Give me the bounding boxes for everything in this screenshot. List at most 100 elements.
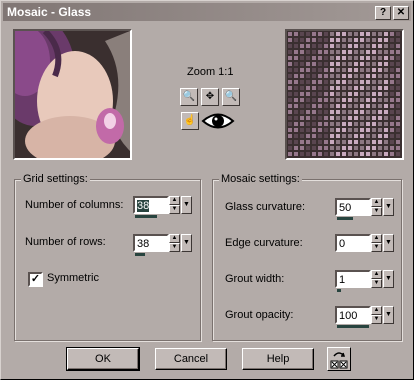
reset-button[interactable] <box>327 347 351 371</box>
glass-tile <box>294 50 298 54</box>
glass-tile <box>300 74 304 78</box>
result-image <box>287 31 402 158</box>
arrow-down-icon[interactable]: ▼ <box>371 315 382 324</box>
edge-dropdown[interactable]: ▼ <box>383 234 394 252</box>
glass-tile <box>372 98 376 102</box>
edge-curvature-spinner[interactable]: 0 ▲ ▼ ▼ <box>335 234 395 256</box>
glass-tile <box>324 32 328 36</box>
glass-tile <box>384 128 388 132</box>
glass-dropdown[interactable]: ▼ <box>383 198 394 216</box>
edge-curvature-input[interactable]: 0 <box>335 234 371 252</box>
glass-tile <box>342 80 346 84</box>
arrow-down-icon[interactable]: ▼ <box>371 243 382 252</box>
help-button[interactable]: Help <box>242 348 314 370</box>
arrow-up-icon[interactable]: ▲ <box>371 198 382 207</box>
glass-tile <box>348 74 352 78</box>
glass-tile <box>306 146 310 150</box>
columns-input[interactable]: 38 <box>133 196 169 214</box>
grout-opacity-input[interactable]: 100 <box>335 306 371 324</box>
glass-tile <box>390 62 394 66</box>
grout-width-slider-bar[interactable] <box>337 289 341 292</box>
glass-tile <box>330 38 334 42</box>
arrow-down-icon[interactable]: ▼ <box>371 279 382 288</box>
glass-tile <box>288 38 292 42</box>
rows-updown[interactable]: ▲ ▼ <box>169 234 180 252</box>
glass-tile <box>342 62 346 66</box>
glass-curvature-input[interactable]: 50 <box>335 198 371 216</box>
glass-tile <box>396 74 400 78</box>
arrow-up-icon[interactable]: ▲ <box>169 196 180 205</box>
symmetric-label[interactable]: Symmetric <box>47 272 99 284</box>
ok-button[interactable]: OK <box>66 347 140 371</box>
glass-tile <box>390 32 394 36</box>
arrow-up-icon[interactable]: ▲ <box>371 306 382 315</box>
glass-tile <box>372 74 376 78</box>
glass-curvature-spinner[interactable]: 50 ▲ ▼ ▼ <box>335 198 395 220</box>
help-title-button[interactable]: ? <box>375 6 391 20</box>
preview-toggle-button[interactable] <box>201 110 235 132</box>
glass-tile <box>300 38 304 42</box>
columns-dropdown[interactable]: ▼ <box>181 196 192 214</box>
glass-tile <box>342 110 346 114</box>
grout-width-dropdown[interactable]: ▼ <box>383 270 394 288</box>
chevron-down-icon: ▼ <box>183 201 190 208</box>
glass-tile <box>372 110 376 114</box>
grout-opacity-dropdown[interactable]: ▼ <box>383 306 394 324</box>
grout-width-spinner[interactable]: 1 ▲ ▼ ▼ <box>335 270 395 292</box>
grout-opacity-slider-bar[interactable] <box>337 325 369 328</box>
glass-tile <box>354 104 358 108</box>
glass-tile <box>330 62 334 66</box>
close-button[interactable]: ✕ <box>393 6 409 20</box>
chevron-down-icon: ▼ <box>385 311 392 318</box>
grout-opacity-spinner[interactable]: 100 ▲ ▼ ▼ <box>335 306 395 328</box>
glass-tile <box>324 68 328 72</box>
glass-tile <box>372 140 376 144</box>
pan-button[interactable]: ✥ <box>201 88 219 106</box>
glass-tile <box>366 50 370 54</box>
source-preview[interactable] <box>13 29 132 160</box>
glass-tile <box>312 38 316 42</box>
glass-tile <box>306 140 310 144</box>
glass-tile <box>306 44 310 48</box>
glass-tile <box>372 152 376 156</box>
arrow-up-icon[interactable]: ▲ <box>169 234 180 243</box>
glass-updown[interactable]: ▲ ▼ <box>371 198 382 216</box>
arrow-down-icon[interactable]: ▼ <box>169 205 180 214</box>
glass-tile <box>336 92 340 96</box>
glass-tile <box>366 116 370 120</box>
columns-spinner[interactable]: 38 ▲ ▼ ▼ <box>133 196 193 218</box>
glass-tile <box>378 50 382 54</box>
arrow-up-icon[interactable]: ▲ <box>371 270 382 279</box>
glass-tile <box>360 56 364 60</box>
glass-tile <box>354 134 358 138</box>
rows-slider-bar[interactable] <box>135 253 145 256</box>
result-preview[interactable] <box>285 29 404 160</box>
rows-dropdown[interactable]: ▼ <box>181 234 192 252</box>
rows-input[interactable]: 38 <box>133 234 169 252</box>
hand-button[interactable]: ☝ <box>181 112 199 130</box>
glass-tile <box>354 140 358 144</box>
grout-width-input[interactable]: 1 <box>335 270 371 288</box>
zoom-out-button[interactable]: 🔍 <box>180 88 198 106</box>
grout-opacity-updown[interactable]: ▲ ▼ <box>371 306 382 324</box>
glass-tile <box>330 44 334 48</box>
glass-tile <box>342 140 346 144</box>
arrow-down-icon[interactable]: ▼ <box>169 243 180 252</box>
symmetric-checkbox[interactable]: ✓ <box>28 272 43 287</box>
glass-tile <box>354 32 358 36</box>
glass-tile <box>312 140 316 144</box>
cancel-button[interactable]: Cancel <box>155 348 227 370</box>
grout-width-updown[interactable]: ▲ ▼ <box>371 270 382 288</box>
source-image <box>15 31 130 158</box>
arrow-up-icon[interactable]: ▲ <box>371 234 382 243</box>
columns-updown[interactable]: ▲ ▼ <box>169 196 180 214</box>
glass-tile <box>300 62 304 66</box>
rows-spinner[interactable]: 38 ▲ ▼ ▼ <box>133 234 193 256</box>
glass-curvature-slider-bar[interactable] <box>337 217 353 220</box>
arrow-down-icon[interactable]: ▼ <box>371 207 382 216</box>
zoom-in-button[interactable]: 🔍 <box>222 88 240 106</box>
glass-tile <box>324 146 328 150</box>
edge-updown[interactable]: ▲ ▼ <box>371 234 382 252</box>
glass-tile <box>366 32 370 36</box>
columns-slider-bar[interactable] <box>135 215 157 218</box>
